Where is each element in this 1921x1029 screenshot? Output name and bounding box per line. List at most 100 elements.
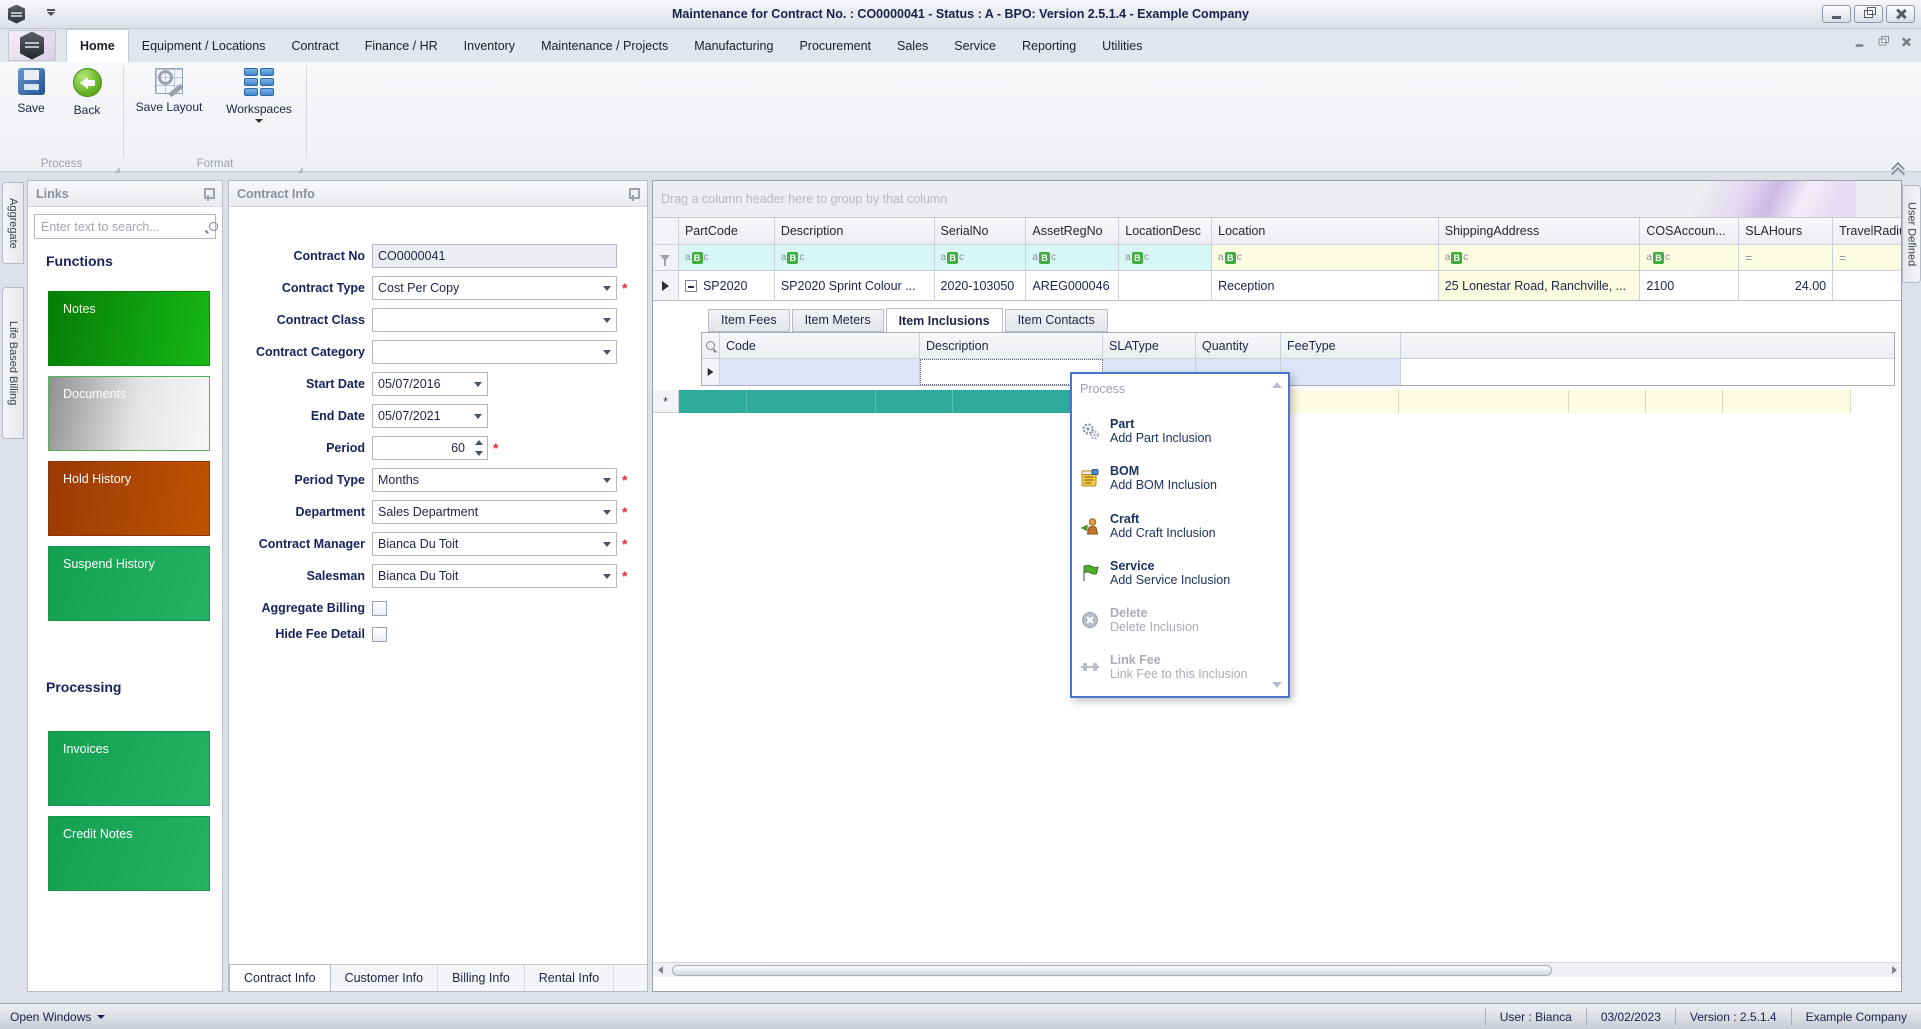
column-search-icon[interactable] bbox=[705, 340, 717, 352]
credit-notes-button[interactable]: Credit Notes bbox=[48, 816, 210, 891]
group-by-bar[interactable]: Drag a column header here to group by th… bbox=[653, 181, 1901, 218]
workspaces-button[interactable]: Workspaces bbox=[222, 68, 296, 123]
mdi-restore-icon[interactable] bbox=[1878, 36, 1889, 46]
menu-item-craft[interactable]: Craft Add Craft Inclusion bbox=[1080, 509, 1280, 543]
subcolumn-quantity[interactable]: Quantity bbox=[1196, 333, 1281, 359]
menu-item-delete[interactable]: Delete Delete Inclusion bbox=[1080, 603, 1280, 637]
tab-item-fees[interactable]: Item Fees bbox=[708, 309, 790, 332]
aggregate-billing-checkbox[interactable] bbox=[372, 600, 387, 616]
salesman-select[interactable]: Bianca Du Toit bbox=[372, 564, 617, 588]
tab-customer-info[interactable]: Customer Info bbox=[331, 965, 439, 991]
menu-item-part[interactable]: Part Add Part Inclusion bbox=[1080, 414, 1280, 448]
column-header-serialno[interactable]: SerialNo bbox=[934, 218, 1027, 245]
scrollbar-thumb[interactable] bbox=[672, 964, 1552, 976]
grid-data-row[interactable]: SP2020 SP2020 Sprint Colour ... 2020-103… bbox=[653, 271, 1901, 301]
menu-item-link-fee[interactable]: Link Fee Link Fee to this Inclusion bbox=[1080, 650, 1280, 684]
tab-service[interactable]: Service bbox=[941, 29, 1009, 62]
column-header-assetregno[interactable]: AssetRegNo bbox=[1026, 218, 1120, 245]
filter-locationdesc[interactable]: aBc bbox=[1119, 245, 1213, 271]
subgrid-new-row[interactable] bbox=[702, 359, 1894, 385]
tab-billing-info[interactable]: Billing Info bbox=[438, 965, 525, 991]
department-select[interactable]: Sales Department bbox=[372, 500, 617, 524]
collapse-ribbon-icon[interactable] bbox=[1890, 160, 1907, 182]
side-tab-aggregate[interactable]: Aggregate bbox=[2, 182, 24, 264]
contract-type-select[interactable]: Cost Per Copy bbox=[372, 276, 617, 300]
back-button[interactable]: Back bbox=[56, 68, 118, 117]
subcolumn-feetype[interactable]: FeeType bbox=[1281, 333, 1401, 359]
menu-item-bom[interactable]: BOM Add BOM Inclusion bbox=[1080, 461, 1280, 495]
column-header-shippingaddress[interactable]: ShippingAddress bbox=[1438, 218, 1641, 245]
filter-description[interactable]: aBc bbox=[774, 245, 935, 271]
filter-partcode[interactable]: aBc bbox=[678, 245, 775, 271]
scroll-down-icon[interactable] bbox=[1272, 682, 1282, 688]
tab-inventory[interactable]: Inventory bbox=[451, 29, 528, 62]
documents-button[interactable]: Documents bbox=[48, 376, 210, 451]
newrow-feetype-cell[interactable] bbox=[1281, 359, 1401, 385]
save-button[interactable]: Save bbox=[0, 68, 62, 115]
filter-slahours[interactable]: = bbox=[1739, 245, 1834, 271]
search-input[interactable] bbox=[35, 219, 208, 234]
scroll-right-icon[interactable] bbox=[1892, 966, 1897, 974]
filter-serialno[interactable]: aBc bbox=[934, 245, 1027, 271]
links-search[interactable] bbox=[34, 214, 218, 239]
tab-sales[interactable]: Sales bbox=[884, 29, 941, 62]
application-menu-button[interactable] bbox=[8, 30, 56, 61]
open-windows-button[interactable]: Open Windows bbox=[10, 1010, 106, 1024]
column-header-slahours[interactable]: SLAHours bbox=[1739, 218, 1834, 245]
collapse-icon[interactable] bbox=[684, 279, 697, 292]
subcolumn-slatype[interactable]: SLAType bbox=[1103, 333, 1196, 359]
filter-location[interactable]: aBc bbox=[1212, 245, 1439, 271]
tab-contract-info[interactable]: Contract Info bbox=[229, 964, 331, 991]
tab-item-inclusions[interactable]: Item Inclusions bbox=[885, 308, 1003, 333]
column-header-partcode[interactable]: PartCode bbox=[678, 218, 775, 245]
column-header-location[interactable]: Location bbox=[1212, 218, 1439, 245]
notes-button[interactable]: Notes bbox=[48, 291, 210, 366]
filter-travelradius[interactable]: = bbox=[1833, 245, 1901, 271]
filter-shippingaddress[interactable]: aBc bbox=[1438, 245, 1641, 271]
end-date-picker[interactable]: 05/07/2021 bbox=[372, 404, 488, 428]
column-header-locationdesc[interactable]: LocationDesc bbox=[1119, 218, 1213, 245]
contract-category-select[interactable] bbox=[372, 340, 617, 364]
period-spinner[interactable]: 60 bbox=[372, 436, 488, 460]
tab-procurement[interactable]: Procurement bbox=[786, 29, 884, 62]
scroll-up-icon[interactable] bbox=[1272, 382, 1282, 388]
restore-button[interactable] bbox=[1854, 5, 1883, 23]
close-button[interactable] bbox=[1886, 5, 1915, 23]
side-tab-user-defined[interactable]: User Defined bbox=[1902, 185, 1921, 283]
tab-home[interactable]: Home bbox=[66, 29, 129, 62]
period-type-select[interactable]: Months bbox=[372, 468, 617, 492]
scroll-left-icon[interactable] bbox=[657, 966, 663, 974]
start-date-picker[interactable]: 05/07/2016 bbox=[372, 372, 488, 396]
hold-history-button[interactable]: Hold History bbox=[48, 461, 210, 536]
save-layout-button[interactable]: Save Layout bbox=[134, 68, 204, 114]
horizontal-scrollbar[interactable] bbox=[653, 962, 1901, 977]
mdi-minimize-icon[interactable] bbox=[1855, 43, 1864, 47]
menu-item-service[interactable]: Service Add Service Inclusion bbox=[1080, 556, 1280, 590]
search-icon[interactable] bbox=[208, 221, 218, 233]
tab-contract[interactable]: Contract bbox=[278, 29, 351, 62]
tab-maintenance-projects[interactable]: Maintenance / Projects bbox=[528, 29, 681, 62]
tab-rental-info[interactable]: Rental Info bbox=[525, 965, 615, 991]
tab-manufacturing[interactable]: Manufacturing bbox=[681, 29, 786, 62]
mdi-close-icon[interactable] bbox=[1902, 38, 1911, 47]
hide-fee-detail-checkbox[interactable] bbox=[372, 626, 387, 642]
newrow-code-cell[interactable] bbox=[720, 359, 920, 385]
column-header-cosaccount[interactable]: COSAccoun... bbox=[1640, 218, 1740, 245]
spin-down-icon[interactable] bbox=[475, 451, 483, 456]
tab-item-contacts[interactable]: Item Contacts bbox=[1004, 309, 1108, 332]
column-header-travelradius[interactable]: TravelRadiu... bbox=[1833, 218, 1901, 245]
side-tab-life-based-billing[interactable]: Life Based Billing bbox=[2, 287, 24, 439]
contract-manager-select[interactable]: Bianca Du Toit bbox=[372, 532, 617, 556]
minimize-button[interactable] bbox=[1822, 5, 1851, 23]
group-launcher-icon[interactable] bbox=[114, 167, 120, 173]
subcolumn-description[interactable]: Description bbox=[920, 333, 1103, 359]
tab-reporting[interactable]: Reporting bbox=[1009, 29, 1089, 62]
suspend-history-button[interactable]: Suspend History bbox=[48, 546, 210, 621]
invoices-button[interactable]: Invoices bbox=[48, 731, 210, 806]
pin-icon[interactable] bbox=[202, 187, 215, 201]
tab-finance-hr[interactable]: Finance / HR bbox=[352, 29, 451, 62]
tab-item-meters[interactable]: Item Meters bbox=[791, 309, 884, 332]
spin-up-icon[interactable] bbox=[475, 440, 483, 445]
subcolumn-code[interactable]: Code bbox=[720, 333, 920, 359]
group-launcher-icon[interactable] bbox=[297, 167, 303, 173]
